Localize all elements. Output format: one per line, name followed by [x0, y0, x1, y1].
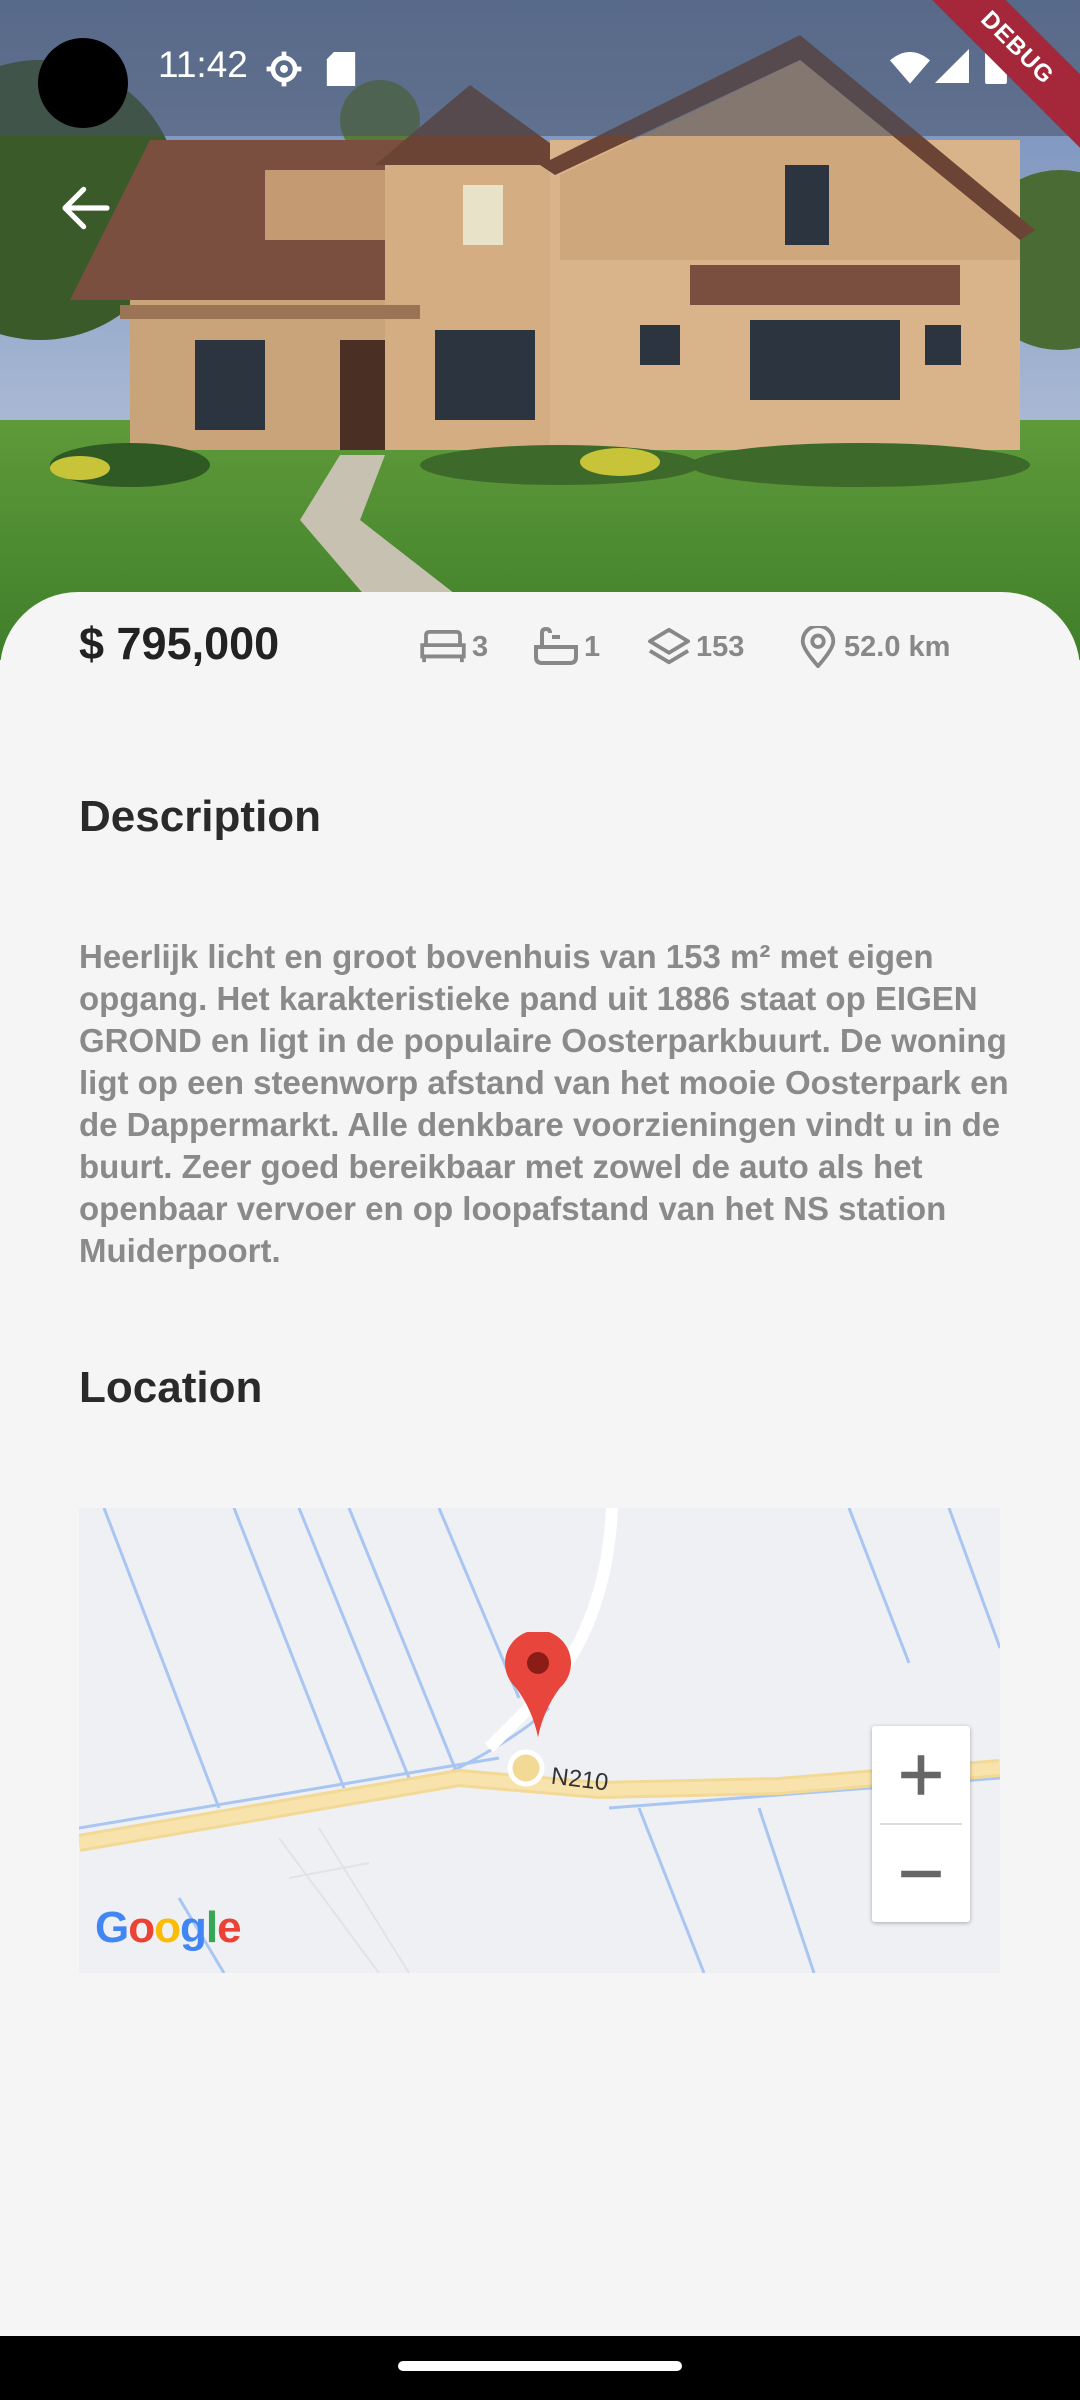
google-logo: Google [95, 1903, 242, 1953]
details-sheet [0, 592, 1080, 2336]
sd-card-icon [326, 52, 356, 86]
wifi-icon [890, 52, 930, 84]
zoom-out-button[interactable] [872, 1825, 970, 1922]
google-logo-letter: o [154, 1903, 181, 1952]
settings-icon [266, 51, 302, 87]
zoom-in-button[interactable] [872, 1726, 970, 1823]
google-logo-letter: l [205, 1903, 218, 1952]
bedrooms-spec: 3 [420, 625, 488, 669]
map-marker-icon[interactable] [505, 1632, 571, 1738]
listing-price: $ 795,000 [79, 618, 280, 669]
google-logo-letter: G [95, 1903, 129, 1952]
distance-value: 52.0 km [844, 630, 951, 663]
bathrooms-spec: 1 [534, 625, 600, 669]
size-spec: 153 [648, 625, 744, 669]
status-bar: 11:42 [0, 0, 1080, 136]
zoom-out-icon [901, 1870, 941, 1877]
status-time: 11:42 [158, 44, 248, 85]
bedrooms-count: 3 [472, 630, 489, 663]
distance-spec: 52.0 km [798, 625, 950, 669]
bed-icon [420, 630, 466, 663]
zoom-in-icon [901, 1754, 941, 1795]
location-heading: Location [79, 1363, 263, 1412]
home-gesture-handle[interactable] [398, 2361, 682, 2371]
google-logo-letter: o [128, 1903, 155, 1952]
description-heading: Description [79, 792, 322, 841]
location-pin-icon [800, 626, 836, 668]
bathtub-icon [534, 627, 578, 665]
location-map[interactable]: N210 Google [79, 1508, 1000, 1973]
layers-icon [648, 627, 690, 665]
bathrooms-count: 1 [584, 630, 601, 663]
google-logo-letter: e [217, 1903, 242, 1952]
signal-icon [935, 49, 969, 83]
description-text: Heerlijk licht en groot bovenhuis van 15… [79, 938, 1009, 1269]
size-value: 153 [696, 630, 745, 663]
back-arrow-icon[interactable] [58, 180, 114, 236]
zoom-controls [872, 1726, 970, 1922]
google-logo-letter: g [180, 1903, 207, 1952]
camera-cutout [38, 38, 128, 128]
